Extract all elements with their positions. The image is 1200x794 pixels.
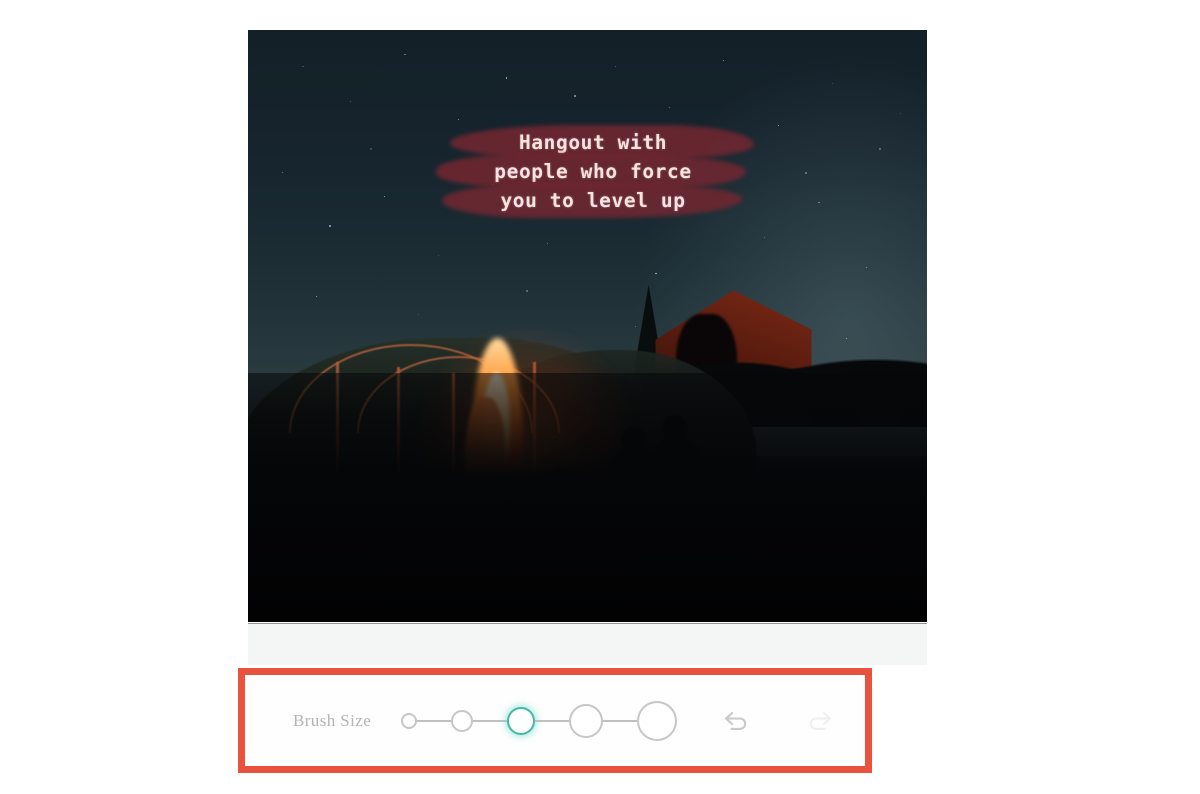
star — [526, 290, 528, 292]
caption-line: people who force — [436, 154, 746, 189]
brush-size-connector — [535, 719, 570, 722]
brush-size-connector — [603, 719, 638, 722]
brush-size-option-3[interactable] — [507, 706, 536, 735]
undo-arrow-icon — [725, 711, 747, 730]
photo-canvas[interactable]: Hangout with people who force you to lev… — [248, 30, 927, 622]
caption-overlay[interactable]: Hangout with people who force you to lev… — [436, 125, 754, 218]
brush-size-connector — [417, 719, 452, 722]
caption-text: Hangout with — [518, 131, 668, 154]
star — [573, 95, 576, 97]
redo-arrow-icon — [809, 711, 832, 730]
editor-panel-strip — [248, 623, 927, 665]
brush-size-option-5[interactable] — [637, 700, 678, 741]
star — [349, 101, 351, 103]
star — [404, 53, 406, 56]
star — [804, 172, 807, 175]
star — [370, 148, 373, 151]
caption-text: you to level up — [500, 189, 686, 212]
star — [315, 296, 317, 298]
star — [831, 83, 834, 85]
star — [546, 243, 549, 245]
star — [668, 106, 670, 108]
brush-toolbar[interactable]: Brush Size — [238, 668, 872, 773]
undo-button[interactable] — [723, 708, 751, 734]
star — [655, 272, 657, 274]
star — [865, 266, 868, 269]
star — [458, 118, 460, 120]
star — [329, 225, 331, 227]
star — [281, 172, 283, 174]
dark-foreground — [248, 373, 927, 622]
star — [818, 201, 820, 203]
brush-size-option-2[interactable] — [451, 709, 474, 732]
brush-size-connector — [473, 719, 508, 722]
caption-line: Hangout with — [448, 125, 754, 160]
star — [383, 195, 386, 198]
brush-size-label: Brush Size — [293, 710, 372, 730]
brush-size-option-4[interactable] — [569, 703, 604, 738]
star — [438, 254, 440, 256]
brush-size-slider[interactable] — [401, 700, 678, 741]
star — [302, 65, 304, 67]
star — [506, 77, 508, 79]
redo-button[interactable] — [805, 708, 833, 734]
toolbar-actions — [723, 708, 833, 734]
star — [879, 148, 881, 150]
caption-line: you to level up — [442, 183, 742, 218]
caption-text: people who force — [494, 160, 692, 183]
brush-size-option-1[interactable] — [401, 712, 418, 729]
star — [614, 65, 617, 68]
star — [417, 314, 419, 316]
star — [777, 124, 779, 127]
star — [764, 237, 766, 239]
star — [899, 112, 902, 115]
star — [723, 59, 725, 61]
